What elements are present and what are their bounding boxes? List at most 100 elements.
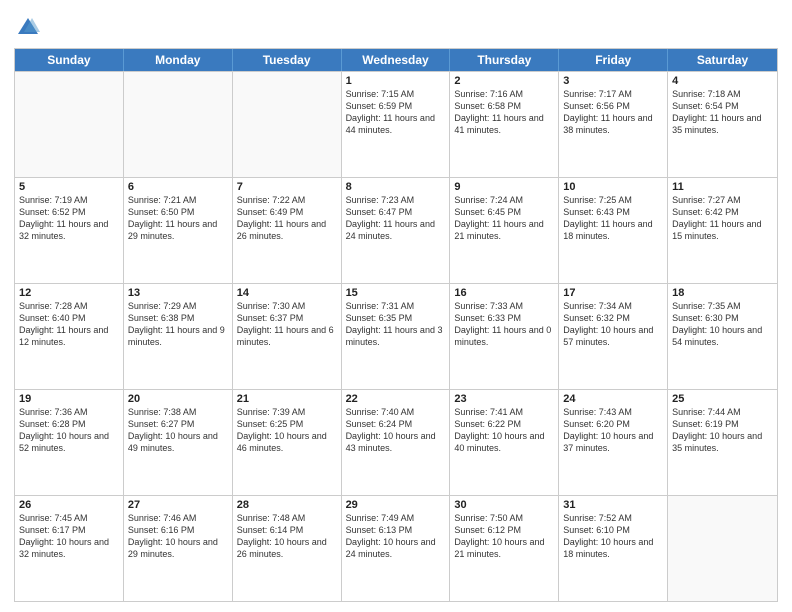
day-info: Sunrise: 7:36 AM Sunset: 6:28 PM Dayligh… <box>19 406 119 455</box>
day-number: 14 <box>237 287 337 299</box>
calendar-day-19: 19Sunrise: 7:36 AM Sunset: 6:28 PM Dayli… <box>15 390 124 495</box>
calendar-day-20: 20Sunrise: 7:38 AM Sunset: 6:27 PM Dayli… <box>124 390 233 495</box>
day-number: 3 <box>563 75 663 87</box>
weekday-header-friday: Friday <box>559 49 668 71</box>
calendar-week-5: 26Sunrise: 7:45 AM Sunset: 6:17 PM Dayli… <box>15 495 777 601</box>
calendar-day-11: 11Sunrise: 7:27 AM Sunset: 6:42 PM Dayli… <box>668 178 777 283</box>
weekday-header-wednesday: Wednesday <box>342 49 451 71</box>
calendar-day-30: 30Sunrise: 7:50 AM Sunset: 6:12 PM Dayli… <box>450 496 559 601</box>
day-info: Sunrise: 7:22 AM Sunset: 6:49 PM Dayligh… <box>237 194 337 243</box>
weekday-header-monday: Monday <box>124 49 233 71</box>
calendar-day-23: 23Sunrise: 7:41 AM Sunset: 6:22 PM Dayli… <box>450 390 559 495</box>
calendar-day-26: 26Sunrise: 7:45 AM Sunset: 6:17 PM Dayli… <box>15 496 124 601</box>
day-number: 23 <box>454 393 554 405</box>
calendar-day-2: 2Sunrise: 7:16 AM Sunset: 6:58 PM Daylig… <box>450 72 559 177</box>
calendar-day-5: 5Sunrise: 7:19 AM Sunset: 6:52 PM Daylig… <box>15 178 124 283</box>
calendar-day-7: 7Sunrise: 7:22 AM Sunset: 6:49 PM Daylig… <box>233 178 342 283</box>
day-info: Sunrise: 7:34 AM Sunset: 6:32 PM Dayligh… <box>563 300 663 349</box>
day-info: Sunrise: 7:35 AM Sunset: 6:30 PM Dayligh… <box>672 300 773 349</box>
calendar-body: 1Sunrise: 7:15 AM Sunset: 6:59 PM Daylig… <box>15 71 777 601</box>
day-number: 17 <box>563 287 663 299</box>
day-info: Sunrise: 7:19 AM Sunset: 6:52 PM Dayligh… <box>19 194 119 243</box>
calendar-day-empty <box>668 496 777 601</box>
day-number: 27 <box>128 499 228 511</box>
day-number: 24 <box>563 393 663 405</box>
day-info: Sunrise: 7:44 AM Sunset: 6:19 PM Dayligh… <box>672 406 773 455</box>
calendar-day-15: 15Sunrise: 7:31 AM Sunset: 6:35 PM Dayli… <box>342 284 451 389</box>
calendar-day-3: 3Sunrise: 7:17 AM Sunset: 6:56 PM Daylig… <box>559 72 668 177</box>
day-info: Sunrise: 7:18 AM Sunset: 6:54 PM Dayligh… <box>672 88 773 137</box>
calendar-day-12: 12Sunrise: 7:28 AM Sunset: 6:40 PM Dayli… <box>15 284 124 389</box>
calendar-day-13: 13Sunrise: 7:29 AM Sunset: 6:38 PM Dayli… <box>124 284 233 389</box>
day-number: 28 <box>237 499 337 511</box>
day-info: Sunrise: 7:41 AM Sunset: 6:22 PM Dayligh… <box>454 406 554 455</box>
day-info: Sunrise: 7:23 AM Sunset: 6:47 PM Dayligh… <box>346 194 446 243</box>
calendar-week-2: 5Sunrise: 7:19 AM Sunset: 6:52 PM Daylig… <box>15 177 777 283</box>
weekday-header-sunday: Sunday <box>15 49 124 71</box>
day-info: Sunrise: 7:39 AM Sunset: 6:25 PM Dayligh… <box>237 406 337 455</box>
day-number: 20 <box>128 393 228 405</box>
day-info: Sunrise: 7:52 AM Sunset: 6:10 PM Dayligh… <box>563 512 663 561</box>
day-number: 1 <box>346 75 446 87</box>
calendar-day-empty <box>233 72 342 177</box>
calendar-header: SundayMondayTuesdayWednesdayThursdayFrid… <box>15 49 777 71</box>
day-number: 9 <box>454 181 554 193</box>
calendar-day-28: 28Sunrise: 7:48 AM Sunset: 6:14 PM Dayli… <box>233 496 342 601</box>
day-number: 6 <box>128 181 228 193</box>
day-number: 21 <box>237 393 337 405</box>
day-number: 25 <box>672 393 773 405</box>
calendar-day-4: 4Sunrise: 7:18 AM Sunset: 6:54 PM Daylig… <box>668 72 777 177</box>
day-number: 29 <box>346 499 446 511</box>
calendar-day-29: 29Sunrise: 7:49 AM Sunset: 6:13 PM Dayli… <box>342 496 451 601</box>
day-number: 5 <box>19 181 119 193</box>
day-info: Sunrise: 7:27 AM Sunset: 6:42 PM Dayligh… <box>672 194 773 243</box>
day-number: 22 <box>346 393 446 405</box>
calendar-day-14: 14Sunrise: 7:30 AM Sunset: 6:37 PM Dayli… <box>233 284 342 389</box>
day-info: Sunrise: 7:30 AM Sunset: 6:37 PM Dayligh… <box>237 300 337 349</box>
day-number: 12 <box>19 287 119 299</box>
calendar-day-17: 17Sunrise: 7:34 AM Sunset: 6:32 PM Dayli… <box>559 284 668 389</box>
weekday-header-tuesday: Tuesday <box>233 49 342 71</box>
logo-icon <box>14 14 42 42</box>
day-info: Sunrise: 7:38 AM Sunset: 6:27 PM Dayligh… <box>128 406 228 455</box>
weekday-header-saturday: Saturday <box>668 49 777 71</box>
header <box>14 10 778 42</box>
day-info: Sunrise: 7:50 AM Sunset: 6:12 PM Dayligh… <box>454 512 554 561</box>
day-number: 19 <box>19 393 119 405</box>
calendar-day-9: 9Sunrise: 7:24 AM Sunset: 6:45 PM Daylig… <box>450 178 559 283</box>
day-info: Sunrise: 7:33 AM Sunset: 6:33 PM Dayligh… <box>454 300 554 349</box>
logo <box>14 14 46 42</box>
calendar-week-3: 12Sunrise: 7:28 AM Sunset: 6:40 PM Dayli… <box>15 283 777 389</box>
day-info: Sunrise: 7:49 AM Sunset: 6:13 PM Dayligh… <box>346 512 446 561</box>
day-info: Sunrise: 7:28 AM Sunset: 6:40 PM Dayligh… <box>19 300 119 349</box>
page-container: SundayMondayTuesdayWednesdayThursdayFrid… <box>0 0 792 612</box>
day-number: 7 <box>237 181 337 193</box>
day-number: 31 <box>563 499 663 511</box>
day-info: Sunrise: 7:45 AM Sunset: 6:17 PM Dayligh… <box>19 512 119 561</box>
day-info: Sunrise: 7:21 AM Sunset: 6:50 PM Dayligh… <box>128 194 228 243</box>
calendar-day-24: 24Sunrise: 7:43 AM Sunset: 6:20 PM Dayli… <box>559 390 668 495</box>
calendar-day-22: 22Sunrise: 7:40 AM Sunset: 6:24 PM Dayli… <box>342 390 451 495</box>
day-info: Sunrise: 7:25 AM Sunset: 6:43 PM Dayligh… <box>563 194 663 243</box>
calendar-day-1: 1Sunrise: 7:15 AM Sunset: 6:59 PM Daylig… <box>342 72 451 177</box>
day-number: 2 <box>454 75 554 87</box>
day-info: Sunrise: 7:43 AM Sunset: 6:20 PM Dayligh… <box>563 406 663 455</box>
day-number: 13 <box>128 287 228 299</box>
day-number: 16 <box>454 287 554 299</box>
calendar-day-21: 21Sunrise: 7:39 AM Sunset: 6:25 PM Dayli… <box>233 390 342 495</box>
calendar-day-27: 27Sunrise: 7:46 AM Sunset: 6:16 PM Dayli… <box>124 496 233 601</box>
weekday-header-thursday: Thursday <box>450 49 559 71</box>
day-number: 30 <box>454 499 554 511</box>
calendar-day-31: 31Sunrise: 7:52 AM Sunset: 6:10 PM Dayli… <box>559 496 668 601</box>
day-info: Sunrise: 7:48 AM Sunset: 6:14 PM Dayligh… <box>237 512 337 561</box>
calendar-week-4: 19Sunrise: 7:36 AM Sunset: 6:28 PM Dayli… <box>15 389 777 495</box>
day-number: 18 <box>672 287 773 299</box>
day-info: Sunrise: 7:24 AM Sunset: 6:45 PM Dayligh… <box>454 194 554 243</box>
day-info: Sunrise: 7:16 AM Sunset: 6:58 PM Dayligh… <box>454 88 554 137</box>
calendar-day-16: 16Sunrise: 7:33 AM Sunset: 6:33 PM Dayli… <box>450 284 559 389</box>
day-number: 15 <box>346 287 446 299</box>
day-info: Sunrise: 7:46 AM Sunset: 6:16 PM Dayligh… <box>128 512 228 561</box>
day-number: 26 <box>19 499 119 511</box>
day-info: Sunrise: 7:31 AM Sunset: 6:35 PM Dayligh… <box>346 300 446 349</box>
day-number: 10 <box>563 181 663 193</box>
